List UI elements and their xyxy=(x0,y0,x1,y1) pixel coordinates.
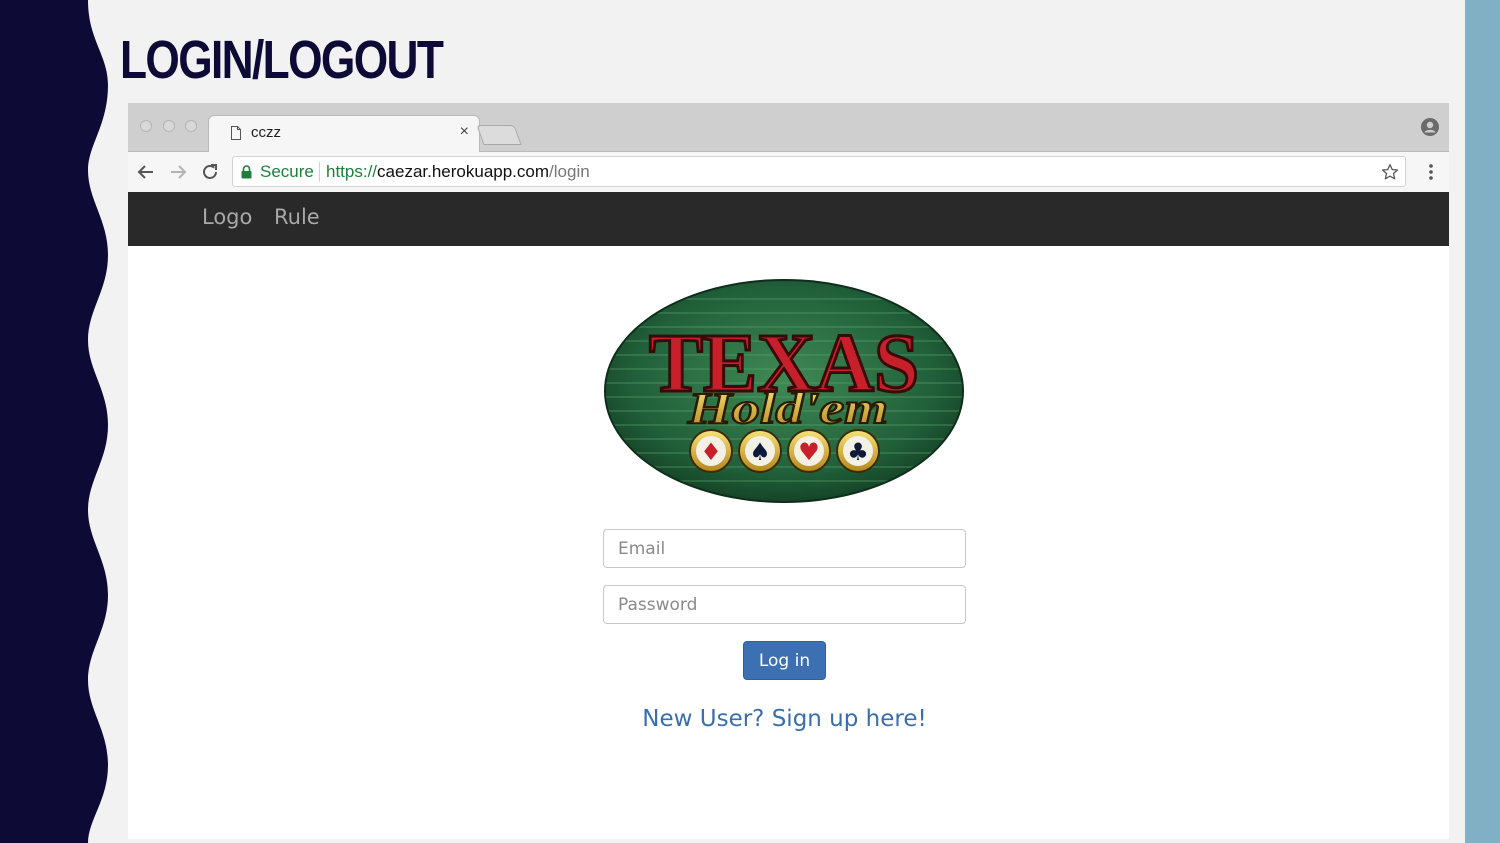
tab-title: cczz xyxy=(251,124,281,141)
wavy-left-border xyxy=(0,0,108,843)
address-separator xyxy=(319,162,320,182)
site-navbar: Logo Rule xyxy=(128,192,1449,246)
reload-icon[interactable] xyxy=(200,162,220,182)
more-menu-icon[interactable] xyxy=(1429,163,1433,181)
window-minimize-dot[interactable] xyxy=(163,120,175,132)
back-arrow-icon[interactable] xyxy=(136,162,156,182)
secure-label: Secure xyxy=(260,162,314,181)
nav-link-logo[interactable]: Logo xyxy=(202,205,252,229)
right-accent-bar xyxy=(1465,0,1500,843)
logo-holdem-text: Hold'em xyxy=(687,384,888,433)
heart-suit-icon: ♥ xyxy=(798,438,820,466)
url-text: https://caezar.herokuapp.com/login xyxy=(326,162,590,182)
password-field[interactable] xyxy=(603,585,966,624)
login-form: Log in xyxy=(603,529,966,680)
texas-holdem-logo: TEXAS Hold'em ♦ ♠ ♥ ♣ xyxy=(604,279,964,503)
tab-close-icon[interactable]: × xyxy=(460,123,469,141)
window-zoom-dot[interactable] xyxy=(185,120,197,132)
document-icon xyxy=(231,126,241,140)
diamond-suit-icon: ♦ xyxy=(700,438,722,466)
spade-suit-icon: ♠ xyxy=(749,438,771,466)
login-button[interactable]: Log in xyxy=(743,641,826,680)
new-tab-button[interactable] xyxy=(476,125,522,145)
url-path: /login xyxy=(549,162,590,181)
nav-link-rule[interactable]: Rule xyxy=(274,205,320,229)
lock-icon xyxy=(241,165,252,179)
browser-tabstrip: cczz × xyxy=(128,103,1449,152)
browser-tab[interactable]: cczz × xyxy=(208,115,480,152)
url-host: caezar.herokuapp.com xyxy=(377,162,550,181)
forward-arrow-icon[interactable] xyxy=(168,162,188,182)
url-scheme: https:// xyxy=(326,162,378,181)
slide-title: LOGIN/LOGOUT xyxy=(120,30,444,90)
email-field[interactable] xyxy=(603,529,966,568)
browser-window: cczz × Secure https://caezar.herokuapp.c… xyxy=(128,103,1449,839)
window-close-dot[interactable] xyxy=(140,120,152,132)
signup-link[interactable]: New User? Sign up here! xyxy=(603,706,966,732)
club-suit-icon: ♣ xyxy=(847,438,869,466)
address-bar[interactable]: Secure https://caezar.herokuapp.com/logi… xyxy=(232,156,1406,187)
browser-toolbar: Secure https://caezar.herokuapp.com/logi… xyxy=(128,152,1449,192)
profile-icon[interactable] xyxy=(1421,118,1439,136)
bookmark-star-icon[interactable] xyxy=(1381,163,1399,181)
